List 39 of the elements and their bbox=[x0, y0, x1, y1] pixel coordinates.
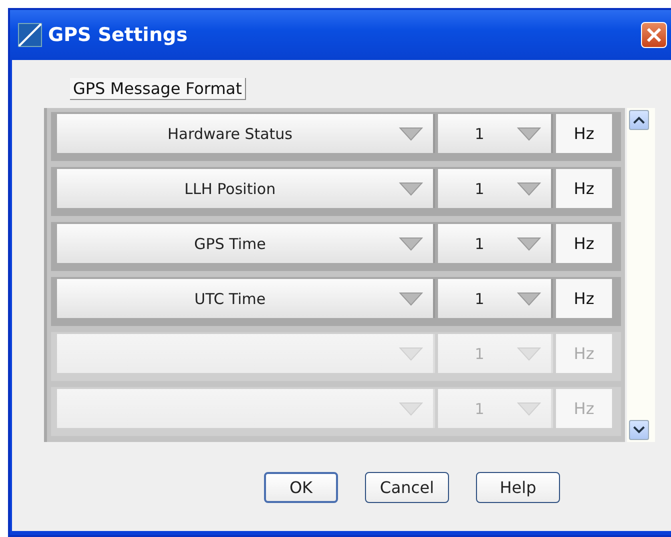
message-dropdown[interactable]: UTC Time bbox=[57, 279, 435, 318]
dropdown-arrow-icon bbox=[517, 346, 541, 360]
dropdown-arrow-icon bbox=[399, 346, 423, 360]
scroll-up-button[interactable] bbox=[629, 110, 649, 130]
scroll-down-button[interactable] bbox=[629, 420, 649, 440]
dropdown-arrow-icon bbox=[517, 236, 541, 250]
unit-label: Hz bbox=[556, 279, 612, 318]
dropdown-arrow-icon bbox=[399, 236, 423, 250]
chevron-up-icon bbox=[633, 116, 645, 124]
dropdown-arrow-icon bbox=[517, 126, 541, 140]
unit-label: Hz bbox=[556, 169, 612, 208]
rate-dropdown[interactable]: 1 bbox=[438, 169, 553, 208]
unit-label: Hz bbox=[556, 114, 612, 153]
window-title: GPS Settings bbox=[48, 24, 189, 46]
message-dropdown[interactable]: Hardware Status bbox=[57, 114, 435, 153]
message-dropdown[interactable]: LLH Position bbox=[57, 169, 435, 208]
dropdown-arrow-icon bbox=[517, 292, 541, 306]
close-icon bbox=[646, 27, 662, 43]
dropdown-arrow-icon bbox=[399, 402, 423, 416]
dropdown-arrow-icon bbox=[399, 126, 423, 140]
dialog-button[interactable]: OK bbox=[264, 472, 338, 503]
unit-label: Hz bbox=[556, 224, 612, 263]
dropdown-arrow-icon bbox=[399, 182, 423, 196]
dropdown-arrow-icon bbox=[517, 182, 541, 196]
dialog-button[interactable]: Help bbox=[476, 472, 560, 503]
chevron-down-icon bbox=[633, 426, 645, 434]
unit-label: Hz bbox=[556, 389, 612, 428]
app-icon bbox=[18, 23, 42, 47]
rate-dropdown[interactable]: 1 bbox=[438, 224, 553, 263]
scrollbar[interactable] bbox=[627, 108, 655, 442]
close-button[interactable] bbox=[641, 22, 667, 48]
dropdown-arrow-icon bbox=[517, 402, 541, 416]
group-label: GPS Message Format bbox=[70, 78, 246, 100]
unit-label: Hz bbox=[556, 334, 612, 373]
rate-dropdown[interactable]: 1 bbox=[438, 114, 553, 153]
dialog-button[interactable]: Cancel bbox=[365, 472, 449, 503]
rate-dropdown[interactable]: 1 bbox=[438, 279, 553, 318]
dropdown-arrow-icon bbox=[399, 292, 423, 306]
message-dropdown[interactable]: GPS Time bbox=[57, 224, 435, 263]
